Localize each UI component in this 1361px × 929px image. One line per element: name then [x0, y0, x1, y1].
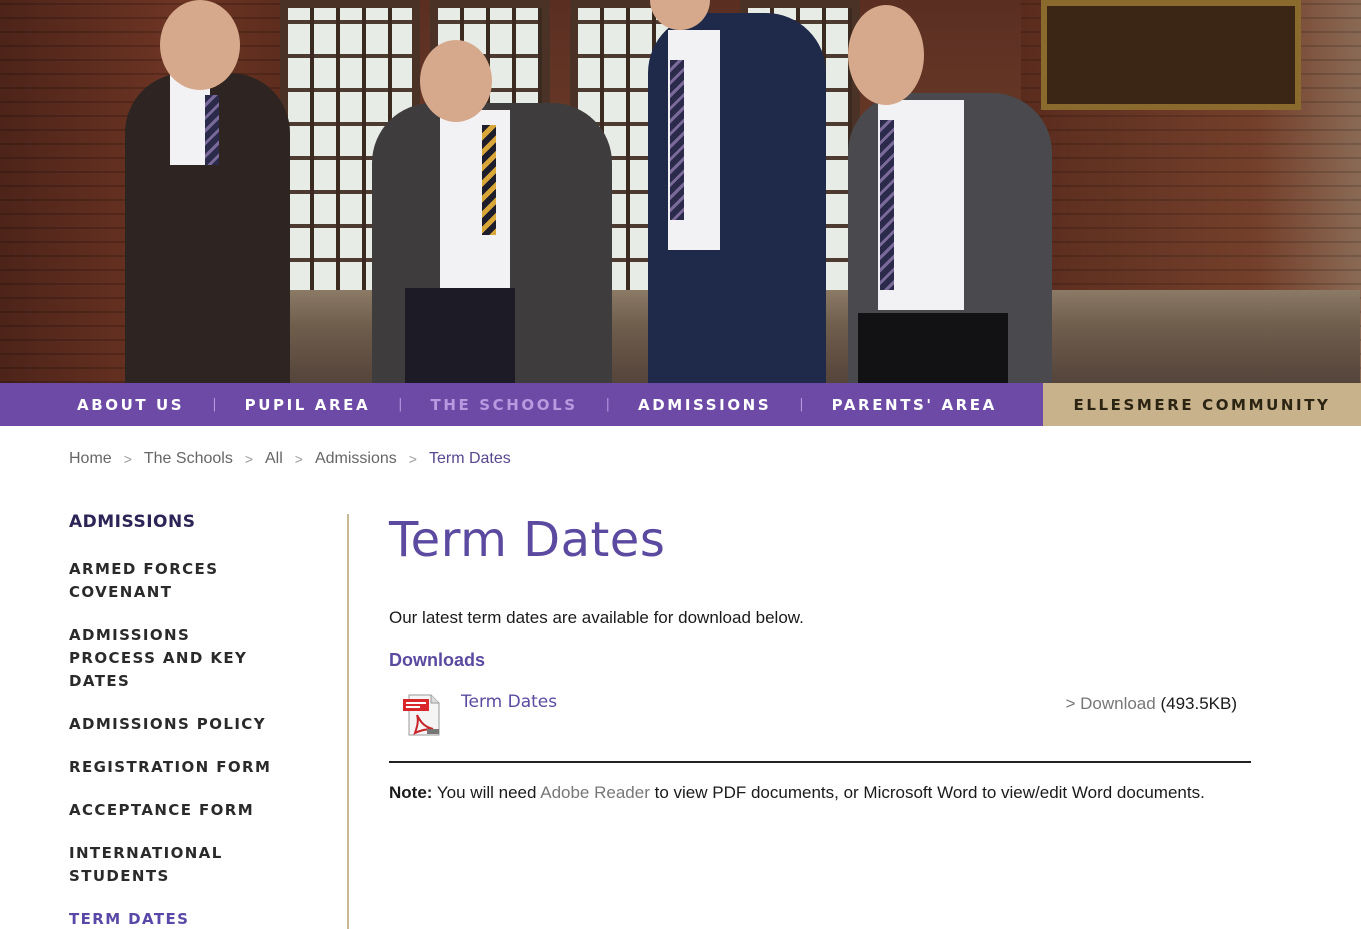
sidebar-item-acceptance-form[interactable]: ACCEPTANCE FORM — [69, 799, 319, 822]
breadcrumb-separator: > — [294, 451, 303, 467]
breadcrumb-separator: > — [244, 451, 253, 467]
sidebar-divider — [347, 514, 349, 929]
nav-item-ellesmere-community[interactable]: ELLESMERE COMMUNITY — [1073, 396, 1330, 414]
nav-item-pupil-area[interactable]: PUPIL AREA — [245, 396, 371, 414]
breadcrumb: Home > The Schools > All > Admissions > … — [69, 448, 511, 470]
note-text-after: to view PDF documents, or Microsoft Word… — [654, 783, 1205, 802]
sidebar-item-admissions-policy[interactable]: ADMISSIONS POLICY — [69, 713, 319, 736]
nav-item-parents-area[interactable]: PARENTS' AREA — [832, 396, 997, 414]
download-link-group: > Download (493.5KB) — [1065, 694, 1237, 714]
nav-item-admissions[interactable]: ADMISSIONS — [638, 396, 771, 414]
nav-separator: | — [398, 397, 403, 412]
sidebar-item-admissions-process[interactable]: ADMISSIONS PROCESS AND KEY DATES — [69, 624, 274, 693]
sidebar-item-registration-form[interactable]: REGISTRATION FORM — [69, 756, 319, 779]
breadcrumb-admissions[interactable]: Admissions — [315, 450, 397, 468]
sidebar: ADMISSIONS ARMED FORCES COVENANT ADMISSI… — [69, 512, 319, 929]
breadcrumb-home[interactable]: Home — [69, 450, 112, 468]
download-link[interactable]: Download — [1080, 694, 1156, 713]
nav-item-the-schools[interactable]: THE SCHOOLS — [431, 396, 578, 414]
breadcrumb-all[interactable]: All — [265, 450, 283, 468]
adobe-reader-link[interactable]: Adobe Reader — [540, 783, 650, 802]
pdf-icon[interactable] — [403, 693, 443, 737]
wall-painting — [1041, 0, 1301, 110]
note-text: Note: You will need Adobe Reader to view… — [389, 779, 1209, 806]
page-title: Term Dates — [389, 512, 666, 568]
breadcrumb-term-dates[interactable]: Term Dates — [429, 450, 511, 468]
hero-photo — [0, 0, 1361, 383]
downloads-heading: Downloads — [389, 650, 486, 670]
main-navigation: ABOUT US | PUPIL AREA | THE SCHOOLS | AD… — [0, 383, 1361, 426]
sidebar-heading[interactable]: ADMISSIONS — [69, 512, 319, 532]
main-content: Term Dates Our latest term dates are ava… — [389, 510, 1251, 806]
nav-item-about-us[interactable]: ABOUT US — [77, 396, 184, 414]
breadcrumb-the-schools[interactable]: The Schools — [144, 450, 233, 468]
sidebar-item-international-students[interactable]: INTERNATIONAL STUDENTS — [69, 842, 229, 888]
note-label: Note: — [389, 783, 433, 802]
nav-separator: | — [799, 397, 804, 412]
breadcrumb-separator: > — [123, 451, 132, 467]
sidebar-item-term-dates[interactable]: TERM DATES — [69, 908, 319, 929]
nav-separator: | — [212, 397, 217, 412]
breadcrumb-separator: > — [408, 451, 417, 467]
nav-separator: | — [605, 397, 611, 412]
intro-text: Our latest term dates are available for … — [389, 608, 804, 627]
download-file-title[interactable]: Term Dates — [461, 692, 557, 712]
file-size: (493.5KB) — [1160, 694, 1237, 713]
note-text-before: You will need — [436, 783, 537, 802]
nav-main-bar: ABOUT US | PUPIL AREA | THE SCHOOLS | AD… — [0, 383, 1043, 426]
sidebar-item-armed-forces-covenant[interactable]: ARMED FORCES COVENANT — [69, 558, 219, 604]
divider-rule — [389, 761, 1251, 763]
download-row: Term Dates > Download (493.5KB) — [389, 687, 1251, 757]
download-link-prefix: > — [1065, 694, 1081, 713]
nav-community-bar: ELLESMERE COMMUNITY — [1043, 383, 1361, 426]
